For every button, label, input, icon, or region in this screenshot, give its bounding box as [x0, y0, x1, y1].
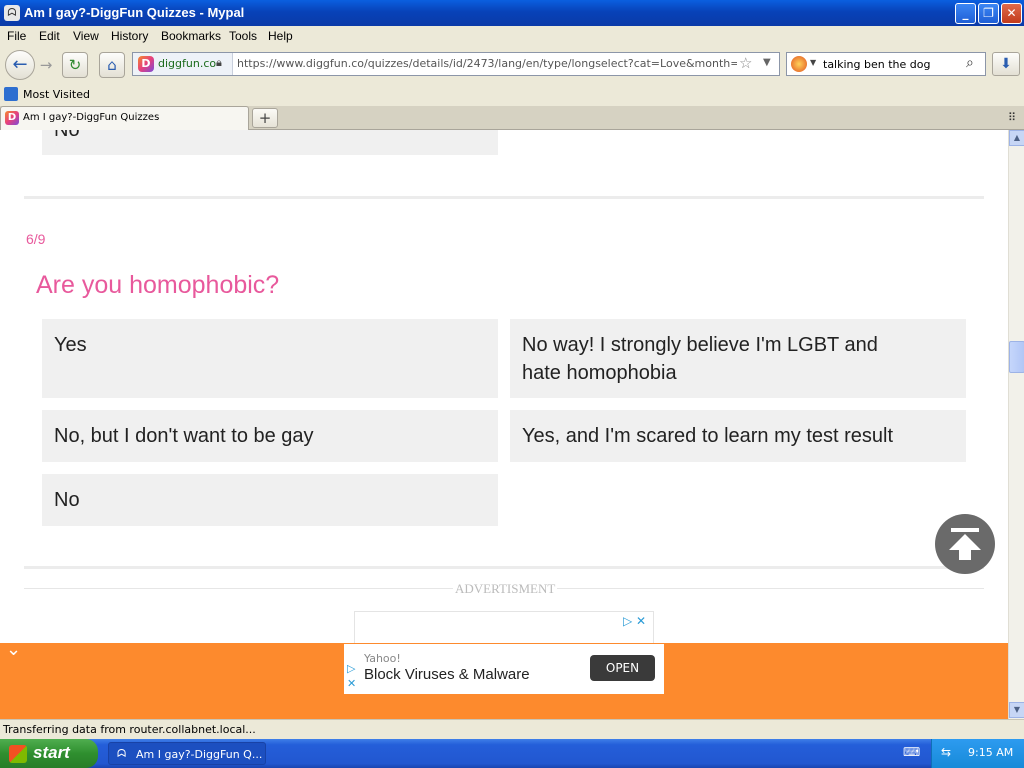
answer-option-label: No, but I don't want to be gay	[54, 425, 314, 447]
answer-option-1[interactable]: Yes	[42, 319, 498, 398]
plus-icon: +	[258, 109, 272, 127]
menu-help[interactable]: Help	[268, 29, 293, 43]
menu-bar: File Edit View History Bookmarks Tools H…	[0, 26, 1024, 46]
start-label: start	[33, 743, 70, 762]
downloads-button[interactable]: ⬇	[992, 52, 1020, 76]
keyboard-icon[interactable]: ⌨	[903, 745, 920, 759]
answer-option-label: No	[54, 489, 80, 511]
tab-favicon-icon: D	[5, 111, 19, 125]
ad-panel[interactable]: ▷ ✕ Yahoo! Block Viruses & Malware OPEN	[344, 644, 664, 694]
url-bar[interactable]: D diggfun.co 🔒︎ https://www.diggfun.co/q…	[132, 52, 780, 76]
ad-brand: Yahoo!	[364, 652, 401, 665]
ad-close-icon[interactable]: ✕	[347, 677, 356, 690]
ad-choices-icon[interactable]: ▷	[347, 662, 355, 675]
lock-icon: 🔒︎	[216, 56, 222, 69]
reload-button[interactable]: ↻	[62, 52, 88, 78]
back-arrow-icon: ←	[12, 54, 28, 75]
taskbar: start ᗣ Am I gay?-DiggFun Q... ⇆ 9:15 AM	[0, 739, 1024, 768]
answer-option-label: Yes	[54, 334, 87, 356]
new-tab-button[interactable]: +	[252, 108, 278, 128]
window-title-bar[interactable]: ᗣ Am I gay?-DiggFun Quizzes - Mypal _ ❐ …	[0, 0, 1024, 26]
question-number: 6/9	[26, 231, 46, 247]
start-button[interactable]: start	[0, 739, 98, 768]
answer-option-label: Yes, and I'm scared to learn my test res…	[522, 425, 894, 447]
scroll-to-top-button[interactable]	[935, 514, 995, 574]
arrow-up-icon	[949, 528, 981, 560]
search-bar[interactable]: ▼ talking ben the dog ⌕	[786, 52, 986, 76]
ad-title[interactable]: Block Viruses & Malware	[364, 666, 530, 683]
sticky-ad-banner: ⌄ ▷ ✕ Yahoo! Block Viruses & Malware OPE…	[0, 641, 1008, 719]
url-text[interactable]: https://www.diggfun.co/quizzes/details/i…	[237, 57, 737, 70]
diggfun-logo-icon: D	[138, 56, 154, 72]
vertical-scrollbar[interactable]: ▲ ▼	[1008, 130, 1024, 719]
home-icon: ⌂	[107, 56, 117, 74]
site-identity-label: diggfun.co	[158, 57, 217, 70]
search-engine-icon[interactable]	[791, 56, 807, 72]
menu-edit[interactable]: Edit	[39, 29, 60, 43]
previous-question-option[interactable]: No	[42, 130, 498, 155]
back-button[interactable]: ←	[5, 50, 35, 80]
collapse-chevron-icon[interactable]: ⌄	[0, 641, 30, 661]
search-icon[interactable]: ⌕	[966, 55, 974, 71]
most-visited-icon	[4, 87, 18, 101]
forward-arrow-icon: →	[39, 56, 53, 74]
search-input[interactable]: talking ben the dog	[823, 58, 930, 71]
previous-option-label: No	[54, 130, 80, 141]
tab-label: Am I gay?-DiggFun Quizzes	[23, 112, 160, 123]
scroll-thumb[interactable]	[1009, 341, 1024, 373]
windows-logo-icon	[9, 745, 27, 763]
home-button[interactable]: ⌂	[99, 52, 125, 78]
clock[interactable]: 9:15 AM	[968, 746, 1013, 759]
app-icon: ᗣ	[117, 747, 127, 760]
download-arrow-icon: ⬇	[1000, 56, 1012, 72]
menu-tools[interactable]: Tools	[229, 29, 257, 43]
answer-option-2[interactable]: No way! I strongly believe I'm LGBT and …	[510, 319, 966, 398]
minimize-button[interactable]: _	[955, 3, 976, 24]
menu-file[interactable]: File	[7, 29, 26, 43]
system-tray: ⇆ 9:15 AM	[931, 739, 1024, 768]
maximize-button[interactable]: ❐	[978, 3, 999, 24]
taskbar-window-label: Am I gay?-DiggFun Q...	[136, 748, 263, 761]
forward-button[interactable]: →	[37, 56, 55, 74]
site-identity-button[interactable]: D diggfun.co 🔒︎	[133, 53, 233, 75]
scroll-up-button[interactable]: ▲	[1009, 130, 1024, 146]
network-icon[interactable]: ⇆	[941, 745, 951, 759]
reload-icon: ↻	[68, 56, 82, 74]
question-divider	[24, 566, 984, 569]
bookmark-star-icon[interactable]: ☆	[739, 54, 752, 72]
ad-open-button[interactable]: OPEN	[590, 655, 655, 681]
menu-view[interactable]: View	[73, 29, 99, 43]
window-title: Am I gay?-DiggFun Quizzes - Mypal	[24, 5, 245, 20]
answer-option-label: No way! I strongly believe I'm LGBT and …	[522, 334, 878, 384]
app-icon: ᗣ	[4, 5, 20, 21]
advertisement-label: ADVERTISMENT	[453, 581, 558, 597]
close-button[interactable]: ✕	[1001, 3, 1022, 24]
tab-active[interactable]: D Am I gay?-DiggFun Quizzes	[0, 106, 249, 130]
question-title: Are you homophobic?	[36, 271, 280, 299]
answer-option-3[interactable]: No, but I don't want to be gay	[42, 410, 498, 462]
status-text: Transferring data from router.collabnet.…	[3, 723, 256, 736]
menu-bookmarks[interactable]: Bookmarks	[161, 29, 221, 43]
answer-option-4[interactable]: Yes, and I'm scared to learn my test res…	[510, 410, 966, 462]
tab-bar: D Am I gay?-DiggFun Quizzes + ⠿	[0, 106, 1024, 130]
tab-list-icon[interactable]: ⠿	[1008, 111, 1016, 124]
bookmarks-toolbar: Most Visited	[0, 84, 1024, 106]
answer-option-5[interactable]: No	[42, 474, 498, 526]
bookmark-most-visited[interactable]: Most Visited	[23, 88, 90, 101]
url-dropdown-icon[interactable]: ▼	[763, 57, 771, 68]
status-bar: Transferring data from router.collabnet.…	[0, 719, 1024, 739]
page-content: No 6/9 Are you homophobic? Yes No way! I…	[0, 130, 1008, 719]
ad-choices-icon[interactable]: ▷ ✕	[623, 614, 646, 628]
question-divider	[24, 196, 984, 199]
taskbar-window-button[interactable]: ᗣ Am I gay?-DiggFun Q...	[108, 742, 266, 765]
scroll-down-button[interactable]: ▼	[1009, 702, 1024, 718]
engine-dropdown-icon[interactable]: ▼	[810, 58, 816, 67]
menu-history[interactable]: History	[111, 29, 148, 43]
